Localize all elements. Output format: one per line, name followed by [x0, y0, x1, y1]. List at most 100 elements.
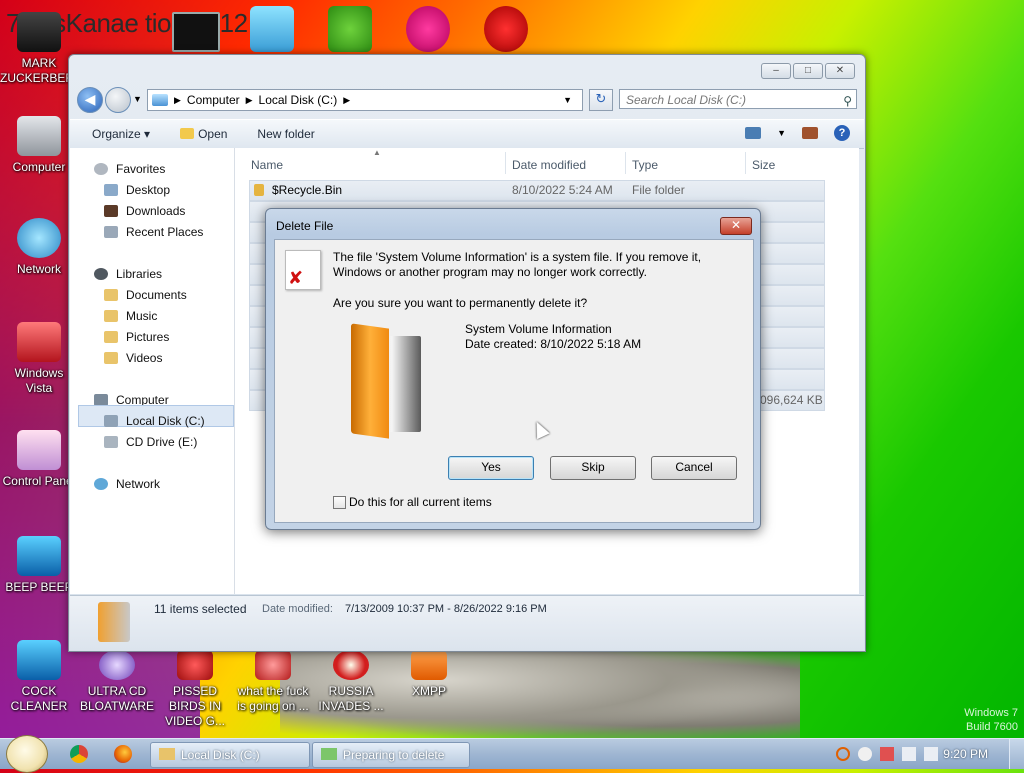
star-icon	[94, 163, 108, 175]
item-name: System Volume Information	[465, 322, 612, 336]
start-button[interactable]	[6, 735, 48, 773]
nav-music[interactable]: Music	[104, 309, 157, 323]
dialog-close-button[interactable]: ✕	[720, 217, 752, 235]
open-label: Open	[198, 127, 228, 141]
dialog-question: Are you sure you want to permanently del…	[333, 296, 588, 310]
breadcrumb-local-disk[interactable]: Local Disk (C:)	[259, 93, 338, 107]
p-icon[interactable]	[406, 6, 450, 52]
nav-local-disk[interactable]: Local Disk (C:)	[104, 414, 205, 428]
nav-downloads[interactable]: Downloads	[104, 204, 185, 218]
details-pane: 11 items selected Date modified: 7/13/20…	[70, 595, 864, 650]
desktop-icon-mark[interactable]: MARK ZUCKERBERG	[0, 12, 83, 86]
cd-drive-icon	[104, 436, 118, 448]
nav-label: Network	[116, 477, 161, 491]
nav-favorites[interactable]: Favorites	[94, 162, 165, 176]
delete-progress-icon	[321, 748, 337, 760]
table-row[interactable]: $Recycle.Bin 8/10/2022 5:24 AM File fold…	[249, 180, 825, 201]
recent-icon	[104, 226, 118, 238]
back-button[interactable]: ◀	[77, 87, 103, 113]
column-separator	[505, 152, 506, 174]
column-date-modified[interactable]: Date modified	[512, 154, 586, 176]
desktop-icon-control-panel[interactable]: Control Panel	[0, 430, 78, 489]
drive-icon[interactable]	[250, 6, 294, 52]
task-label: Local Disk (C:)	[181, 748, 260, 762]
column-separator	[625, 152, 626, 174]
clock[interactable]: 9:20 PM	[943, 747, 988, 761]
nav-recent-places[interactable]: Recent Places	[104, 225, 203, 239]
chrome-icon[interactable]	[70, 745, 88, 763]
apply-all-label[interactable]: Do this for all current items	[349, 495, 492, 509]
desktop-icon-label: ULTRA CD BLOATWARE	[79, 684, 154, 713]
desktop-icon-recycle[interactable]: Windows Vista	[0, 322, 78, 396]
desktop-icon-russia[interactable]: RUSSIA INVADES ...	[312, 650, 390, 714]
desktop-icon-computer[interactable]: Computer	[0, 116, 78, 175]
search-icon[interactable]: ⚲	[843, 91, 852, 111]
taskbar-item-preparing[interactable]: Preparing to delete	[312, 742, 470, 768]
views-dropdown-icon[interactable]: ▼	[777, 128, 786, 138]
desktop-icon-ultra-cd[interactable]: ULTRA CD BLOATWARE	[78, 650, 156, 714]
column-separator	[745, 152, 746, 174]
nav-pictures[interactable]: Pictures	[104, 330, 169, 344]
maximize-button[interactable]: □	[793, 63, 823, 79]
address-dropdown-icon[interactable]: ▼	[563, 95, 572, 105]
nav-desktop[interactable]: Desktop	[104, 183, 170, 197]
cancel-button[interactable]: Cancel	[651, 456, 737, 480]
angry-birds-icon[interactable]	[328, 6, 372, 52]
volume-icon[interactable]	[924, 747, 938, 761]
skip-button[interactable]: Skip	[550, 456, 636, 480]
emoji-tray-icon[interactable]	[858, 747, 872, 761]
nav-label: Desktop	[126, 183, 171, 197]
open-button[interactable]: Open	[180, 127, 227, 141]
open-folder-icon	[180, 128, 195, 139]
address-bar[interactable]: ▶ Computer ▶ Local Disk (C:) ▶ ▼	[147, 89, 583, 111]
firefox-icon[interactable]	[114, 745, 132, 763]
column-name[interactable]: Name	[251, 154, 283, 176]
refresh-button[interactable]: ↻	[589, 89, 613, 111]
nav-documents[interactable]: Documents	[104, 288, 187, 302]
preview-pane-icon[interactable]	[802, 127, 818, 139]
desktop-icon-network[interactable]: Network	[0, 218, 78, 277]
forward-button[interactable]	[105, 87, 131, 113]
control-panel-icon	[17, 430, 61, 470]
network-icon	[17, 218, 61, 258]
dev-cpp-icon[interactable]	[484, 6, 528, 52]
taskbar-item-local-disk[interactable]: Local Disk (C:)	[150, 742, 310, 768]
column-type[interactable]: Type	[632, 154, 658, 176]
minimize-button[interactable]: –	[761, 63, 791, 79]
desktop-icon-pissed-birds[interactable]: PISSED BIRDS IN VIDEO G...	[156, 650, 234, 729]
column-size[interactable]: Size	[752, 154, 775, 176]
yes-button[interactable]: Yes	[448, 456, 534, 480]
nav-network[interactable]: Network	[94, 477, 160, 491]
desktop-icon-xmpp[interactable]: XMPP	[390, 650, 468, 699]
desktop-icon-cock-cleaner[interactable]: COCK CLEANER	[0, 640, 78, 714]
desktop-icon-beep[interactable]: BEEP BEEP	[0, 536, 78, 595]
organize-button[interactable]: Organize ▾	[92, 127, 150, 141]
delete-file-dialog[interactable]: Delete File ✕ ✘ The file 'System Volume …	[265, 208, 761, 530]
show-desktop-button[interactable]	[1009, 739, 1024, 769]
desktop-icon-label: Control Panel	[2, 474, 76, 488]
help-icon[interactable]: ?	[834, 125, 850, 141]
birds-icon	[177, 650, 213, 680]
search-tray-icon[interactable]	[836, 747, 850, 761]
desktop-icon-label: COCK CLEANER	[10, 684, 68, 713]
nav-cd-drive[interactable]: CD Drive (E:)	[104, 435, 197, 449]
music-icon	[104, 310, 118, 322]
views-icon[interactable]	[745, 127, 762, 139]
close-button[interactable]: ✕	[825, 63, 855, 79]
new-folder-button[interactable]: New folder	[257, 127, 314, 141]
history-dropdown-icon[interactable]: ▼	[133, 94, 142, 104]
file-size: 096,624 KB	[760, 393, 823, 407]
cleaner-icon	[17, 640, 61, 680]
breadcrumb-computer[interactable]: Computer	[187, 93, 240, 107]
nav-videos[interactable]: Videos	[104, 351, 162, 365]
computer-icon	[17, 116, 61, 156]
cmd-icon[interactable]	[172, 12, 220, 52]
nav-libraries[interactable]: Libraries	[94, 267, 162, 281]
search-input[interactable]: Search Local Disk (C:) ⚲	[619, 89, 857, 109]
apply-all-checkbox[interactable]	[333, 496, 346, 509]
network-tray-icon[interactable]	[902, 747, 916, 761]
desktop-icon-wtf[interactable]: what the fuck is going on ...	[234, 650, 312, 714]
desktop-icon-label: Network	[16, 262, 61, 276]
breadcrumb-sep-icon: ▶	[343, 94, 351, 105]
action-center-icon[interactable]	[880, 747, 894, 761]
